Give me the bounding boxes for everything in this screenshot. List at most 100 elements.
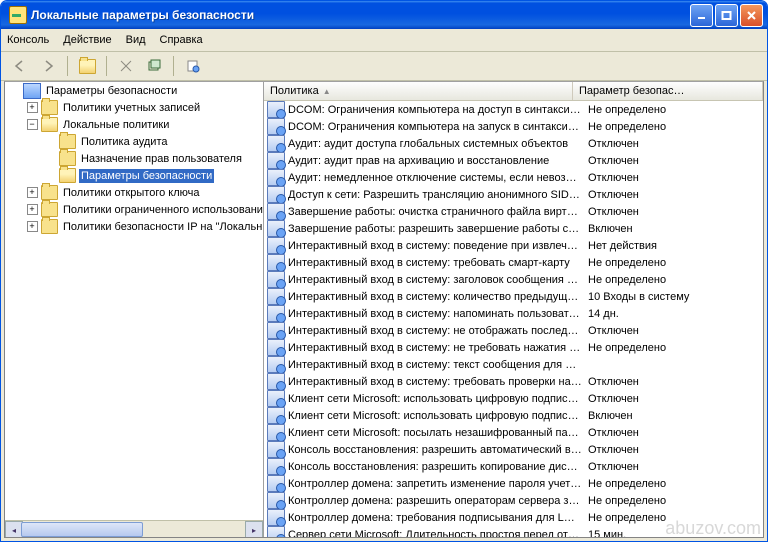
- policy-name: Завершение работы: очистка страничного ф…: [288, 206, 588, 218]
- policy-value: 10 Входы в систему: [588, 291, 763, 303]
- policy-icon: [267, 407, 285, 424]
- policy-name: Интерактивный вход в систему: требовать …: [288, 376, 588, 388]
- tree-node-label: Политики ограниченного использования про…: [61, 203, 263, 217]
- policy-name: Интерактивный вход в систему: заголовок …: [288, 274, 588, 286]
- policy-row[interactable]: Клиент сети Microsoft: посылать незашифр…: [264, 424, 763, 441]
- security-settings-icon: [9, 6, 27, 24]
- policy-icon: [267, 169, 285, 186]
- titlebar[interactable]: Локальные параметры безопасности: [1, 1, 767, 29]
- policy-name: Аудит: аудит прав на архивацию и восстан…: [288, 155, 588, 167]
- policy-row[interactable]: Завершение работы: разрешить завершение …: [264, 220, 763, 237]
- tree-horizontal-scrollbar[interactable]: ◂ ▸: [5, 520, 263, 537]
- policy-name: Интерактивный вход в систему: текст сооб…: [288, 359, 588, 371]
- refresh-button[interactable]: [141, 53, 167, 79]
- tree-node[interactable]: Параметры безопасности: [5, 167, 263, 184]
- tree-node[interactable]: + Политики учетных записей: [5, 99, 263, 116]
- policy-row[interactable]: Аудит: немедленное отключение системы, е…: [264, 169, 763, 186]
- tree-root-label: Параметры безопасности: [44, 84, 179, 98]
- menu-view[interactable]: Вид: [126, 34, 146, 46]
- tree-node-label: Политики безопасности IP на "Локальный к…: [61, 220, 263, 234]
- policy-row[interactable]: Интерактивный вход в систему: требовать …: [264, 373, 763, 390]
- policy-row[interactable]: Интерактивный вход в систему: заголовок …: [264, 271, 763, 288]
- policy-value: Отключен: [588, 206, 763, 218]
- column-policy[interactable]: Политика▲: [264, 82, 573, 100]
- tree-node-label: Политики открытого ключа: [61, 186, 201, 200]
- window-title: Локальные параметры безопасности: [31, 8, 254, 22]
- maximize-button[interactable]: [715, 4, 738, 27]
- tree-node[interactable]: Политика аудита: [5, 133, 263, 150]
- folder-open-icon: [41, 117, 58, 132]
- policy-row[interactable]: DCOM: Ограничения компьютера на доступ в…: [264, 101, 763, 118]
- policy-row[interactable]: Консоль восстановления: разрешить копиро…: [264, 458, 763, 475]
- list-body[interactable]: DCOM: Ограничения компьютера на доступ в…: [264, 101, 763, 537]
- policy-row[interactable]: Интерактивный вход в систему: поведение …: [264, 237, 763, 254]
- policy-row[interactable]: Аудит: аудит прав на архивацию и восстан…: [264, 152, 763, 169]
- policy-value: Отключен: [588, 155, 763, 167]
- policy-row[interactable]: Интерактивный вход в систему: количество…: [264, 288, 763, 305]
- policy-value: Отключен: [588, 138, 763, 150]
- policy-row[interactable]: Интерактивный вход в систему: не требова…: [264, 339, 763, 356]
- policy-icon: [267, 492, 285, 509]
- content-split: Параметры безопасности + Политики учетных …: [4, 81, 764, 538]
- forward-button[interactable]: [35, 53, 61, 79]
- scroll-right-icon[interactable]: ▸: [245, 521, 263, 537]
- delete-button[interactable]: [113, 53, 139, 79]
- security-root-icon: [23, 83, 41, 99]
- expand-icon[interactable]: +: [27, 204, 38, 215]
- up-folder-button[interactable]: [74, 53, 100, 79]
- policy-name: Аудит: аудит доступа глобальных системны…: [288, 138, 588, 150]
- export-list-button[interactable]: [180, 53, 206, 79]
- folder-closed-icon: [59, 134, 76, 149]
- tree-node[interactable]: Назначение прав пользователя: [5, 150, 263, 167]
- policy-row[interactable]: Сервер сети Microsoft: Длительность прос…: [264, 526, 763, 537]
- column-value[interactable]: Параметр безопас…: [573, 82, 763, 100]
- policy-row[interactable]: Интерактивный вход в систему: требовать …: [264, 254, 763, 271]
- menu-console[interactable]: Консоль: [7, 34, 49, 46]
- expand-icon[interactable]: +: [27, 221, 38, 232]
- minimize-button[interactable]: [690, 4, 713, 27]
- policy-name: Интерактивный вход в систему: требовать …: [288, 257, 588, 269]
- policy-value: 14 дн.: [588, 308, 763, 320]
- menu-help[interactable]: Справка: [160, 34, 203, 46]
- tree-root[interactable]: Параметры безопасности: [5, 82, 263, 99]
- policy-icon: [267, 356, 285, 373]
- policy-row[interactable]: Аудит: аудит доступа глобальных системны…: [264, 135, 763, 152]
- policy-row[interactable]: Клиент сети Microsoft: использовать цифр…: [264, 390, 763, 407]
- policy-name: Интерактивный вход в систему: поведение …: [288, 240, 588, 252]
- policy-row[interactable]: Интерактивный вход в систему: напоминать…: [264, 305, 763, 322]
- tree-node[interactable]: + Политики открытого ключа: [5, 184, 263, 201]
- tree-node[interactable]: −Локальные политики: [5, 116, 263, 133]
- policy-row[interactable]: Клиент сети Microsoft: использовать цифр…: [264, 407, 763, 424]
- policy-row[interactable]: Консоль восстановления: разрешить автома…: [264, 441, 763, 458]
- back-button[interactable]: [7, 53, 33, 79]
- policy-row[interactable]: DCOM: Ограничения компьютера на запуск в…: [264, 118, 763, 135]
- tree-node[interactable]: + Политики ограниченного использования пр…: [5, 201, 263, 218]
- policy-name: DCOM: Ограничения компьютера на запуск в…: [288, 121, 588, 133]
- policy-icon: [267, 475, 285, 492]
- policy-row[interactable]: Интерактивный вход в систему: не отображ…: [264, 322, 763, 339]
- menu-action[interactable]: Действие: [63, 34, 111, 46]
- list-header[interactable]: Политика▲ Параметр безопас…: [264, 82, 763, 101]
- scroll-thumb[interactable]: [21, 522, 143, 537]
- policy-row[interactable]: Контроллер домена: разрешить операторам …: [264, 492, 763, 509]
- expand-icon[interactable]: +: [27, 102, 38, 113]
- expand-icon[interactable]: +: [27, 187, 38, 198]
- collapse-icon[interactable]: −: [27, 119, 38, 130]
- policy-value: Не определено: [588, 104, 763, 116]
- tree-node[interactable]: + Политики безопасности IP на "Локальный …: [5, 218, 263, 235]
- tree-pane[interactable]: Параметры безопасности + Политики учетных …: [5, 82, 264, 537]
- policy-row[interactable]: Завершение работы: очистка страничного ф…: [264, 203, 763, 220]
- policy-row[interactable]: Интерактивный вход в систему: текст сооб…: [264, 356, 763, 373]
- policy-icon: [267, 424, 285, 441]
- policy-name: Сервер сети Microsoft: Длительность прос…: [288, 529, 588, 538]
- list-pane: Политика▲ Параметр безопас… DCOM: Ограни…: [264, 82, 763, 537]
- policy-row[interactable]: Контроллер домена: запретить изменение п…: [264, 475, 763, 492]
- policy-name: Контроллер домена: разрешить операторам …: [288, 495, 588, 507]
- policy-icon: [267, 101, 285, 118]
- policy-row[interactable]: Доступ к сети: Разрешить трансляцию анон…: [264, 186, 763, 203]
- policy-name: Контроллер домена: требования подписыван…: [288, 512, 588, 524]
- policy-row[interactable]: Контроллер домена: требования подписыван…: [264, 509, 763, 526]
- close-button[interactable]: [740, 4, 763, 27]
- tree-node-label: Политики учетных записей: [61, 101, 202, 115]
- policy-value: Не определено: [588, 478, 763, 490]
